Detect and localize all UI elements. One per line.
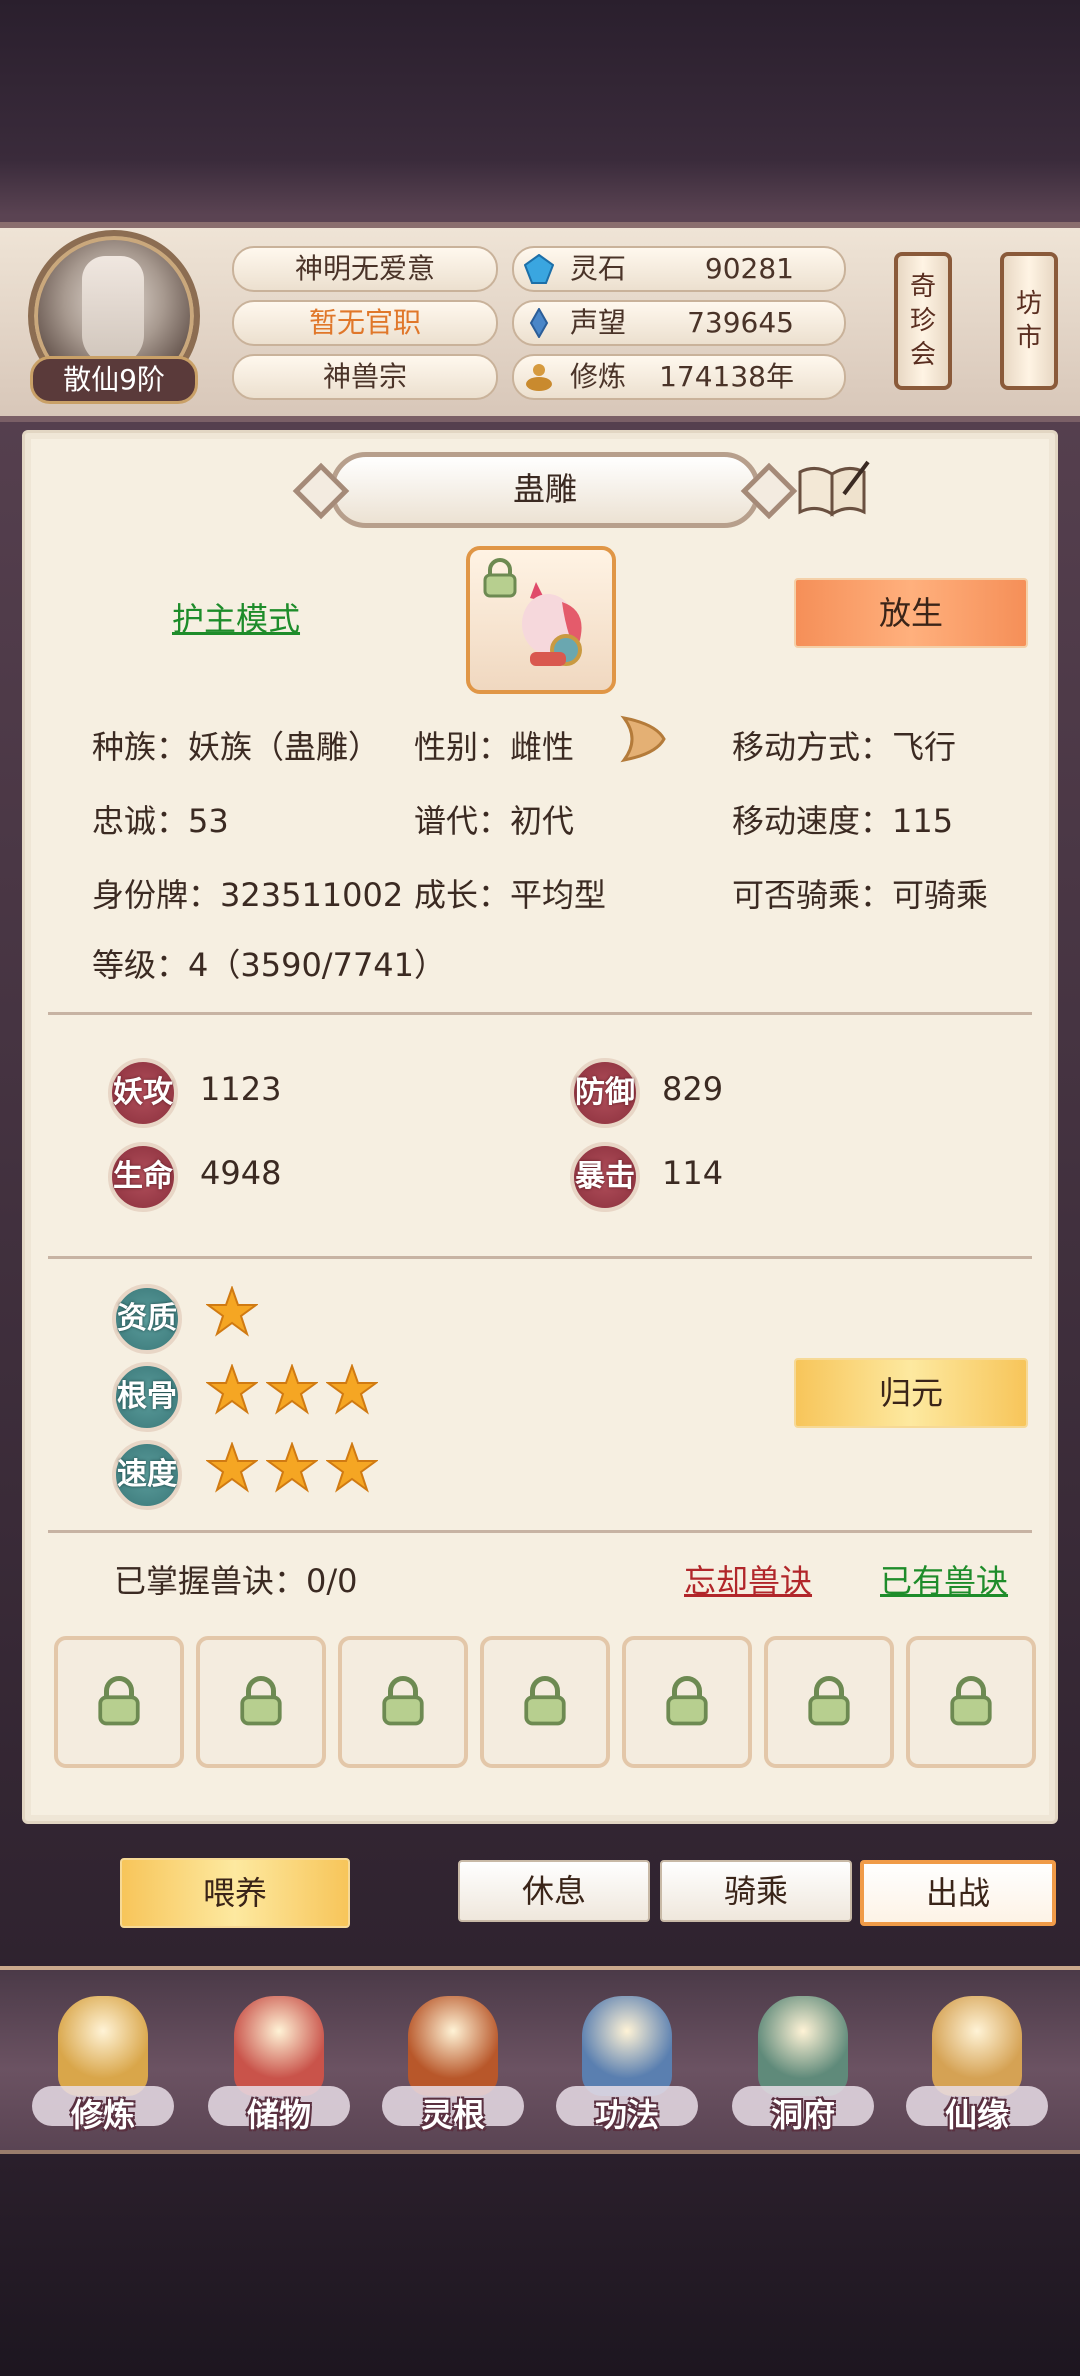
lock-icon bbox=[808, 1676, 850, 1726]
critical-value: 114 bbox=[662, 1154, 724, 1192]
skill-slot[interactable] bbox=[906, 1636, 1036, 1768]
nav-item-label: 储物 bbox=[246, 2096, 311, 2134]
reputation-stat: 声望 739645 bbox=[512, 300, 846, 346]
owned-skills-link[interactable]: 已有兽诀 bbox=[880, 1556, 1008, 1602]
aptitude-badge: 资质 bbox=[112, 1284, 182, 1354]
critical-badge: 暴击 bbox=[570, 1142, 640, 1212]
star-icon bbox=[326, 1442, 378, 1493]
rest-button[interactable]: 休息 bbox=[458, 1860, 650, 1922]
defense-badge: 防御 bbox=[570, 1058, 640, 1128]
pet-id-card: 身份牌：323511002 bbox=[92, 876, 404, 914]
skill-slot[interactable] bbox=[54, 1636, 184, 1768]
reputation-icon bbox=[529, 308, 549, 338]
forget-skill-link[interactable]: 忘却兽诀 bbox=[684, 1556, 812, 1602]
storage-bag-icon bbox=[234, 1996, 324, 2096]
star-icon bbox=[206, 1442, 258, 1493]
section-divider bbox=[48, 1530, 1032, 1533]
pet-move-type: 移动方式：飞行 bbox=[732, 728, 957, 766]
lock-icon bbox=[98, 1676, 140, 1726]
treasure-market-scroll[interactable]: 奇 珍 会 bbox=[894, 252, 952, 390]
player-name: 神明无爱意 bbox=[232, 246, 498, 292]
cultivation-monk-icon bbox=[58, 1996, 148, 2096]
section-divider bbox=[48, 1256, 1032, 1259]
pet-move-speed: 移动速度：115 bbox=[732, 802, 954, 840]
nav-item-2[interactable]: 灵根 bbox=[378, 1990, 528, 2140]
nav-item-5[interactable]: 仙缘 bbox=[902, 1990, 1052, 2140]
pet-portrait[interactable] bbox=[466, 546, 616, 694]
skill-slot[interactable] bbox=[338, 1636, 468, 1768]
nav-item-label: 功法 bbox=[594, 2096, 659, 2134]
nav-item-0[interactable]: 修炼 bbox=[28, 1990, 178, 2140]
speed-badge: 速度 bbox=[112, 1440, 182, 1510]
rename-book-icon[interactable] bbox=[796, 458, 870, 518]
section-divider bbox=[48, 1012, 1032, 1015]
skill-slot[interactable] bbox=[480, 1636, 610, 1768]
nav-item-label: 仙缘 bbox=[944, 2096, 1009, 2134]
player-rank-badge: 散仙9阶 bbox=[30, 356, 198, 404]
health-badge: 生命 bbox=[108, 1142, 178, 1212]
bone-badge: 根骨 bbox=[112, 1362, 182, 1432]
gender-arrow-icon[interactable] bbox=[616, 714, 670, 764]
lock-icon bbox=[240, 1676, 282, 1726]
technique-book-icon bbox=[582, 1996, 672, 2096]
skill-slot[interactable] bbox=[196, 1636, 326, 1768]
player-official-title[interactable]: 暂无官职 bbox=[232, 300, 498, 346]
pet-level: 等级：4（3590/7741） bbox=[92, 946, 447, 984]
guard-mode-link[interactable]: 护主模式 bbox=[172, 594, 300, 640]
health-value: 4948 bbox=[200, 1154, 282, 1192]
lock-icon bbox=[524, 1676, 566, 1726]
release-button[interactable]: 放生 bbox=[794, 578, 1028, 648]
skills-mastered: 已掌握兽诀：0/0 bbox=[114, 1562, 358, 1600]
pet-loyalty: 忠诚：53 bbox=[92, 802, 229, 840]
star-icon bbox=[266, 1364, 318, 1415]
pet-growth: 成长：平均型 bbox=[414, 876, 607, 914]
avatar-portrait bbox=[82, 256, 144, 366]
nav-item-label: 修炼 bbox=[70, 2096, 135, 2134]
star-icon bbox=[206, 1364, 258, 1415]
gourd-icon bbox=[932, 1996, 1022, 2096]
star-icon bbox=[326, 1364, 378, 1415]
star-icon bbox=[206, 1286, 258, 1337]
nav-item-4[interactable]: 洞府 bbox=[728, 1990, 878, 2140]
demon-attack-badge: 妖攻 bbox=[108, 1058, 178, 1128]
marketplace-scroll[interactable]: 坊 市 bbox=[1000, 252, 1058, 390]
pet-generation: 谱代：初代 bbox=[414, 802, 575, 840]
spirit-root-icon bbox=[408, 1996, 498, 2096]
cultivation-icon bbox=[526, 364, 552, 391]
star-icon bbox=[266, 1442, 318, 1493]
nav-item-1[interactable]: 储物 bbox=[204, 1990, 354, 2140]
nav-item-label: 灵根 bbox=[420, 2096, 485, 2134]
skill-slot[interactable] bbox=[764, 1636, 894, 1768]
deploy-button[interactable]: 出战 bbox=[860, 1860, 1056, 1926]
pet-name-title: 蛊雕 bbox=[330, 452, 760, 528]
demon-attack-value: 1123 bbox=[200, 1070, 282, 1108]
lock-icon bbox=[666, 1676, 708, 1726]
spirit-stone-icon bbox=[524, 254, 554, 284]
feed-button[interactable]: 喂养 bbox=[120, 1858, 350, 1928]
nav-item-3[interactable]: 功法 bbox=[552, 1990, 702, 2140]
spirit-stone-stat: 灵石 90281 bbox=[512, 246, 846, 292]
pet-race: 种族：妖族（蛊雕） bbox=[92, 728, 381, 766]
nav-item-label: 洞府 bbox=[770, 2096, 835, 2134]
lock-icon bbox=[950, 1676, 992, 1726]
ride-button[interactable]: 骑乘 bbox=[660, 1860, 852, 1922]
player-sect[interactable]: 神兽宗 bbox=[232, 354, 498, 400]
lock-icon bbox=[382, 1676, 424, 1726]
pet-rideable: 可否骑乘：可骑乘 bbox=[732, 876, 989, 914]
cave-palace-icon bbox=[758, 1996, 848, 2096]
pet-gender: 性别：雌性 bbox=[414, 728, 575, 766]
gu-diao-creature-icon bbox=[522, 582, 582, 666]
skill-slot[interactable] bbox=[622, 1636, 752, 1768]
reset-button[interactable]: 归元 bbox=[794, 1358, 1028, 1428]
cultivation-stat: 修炼 174138年 bbox=[512, 354, 846, 400]
defense-value: 829 bbox=[662, 1070, 724, 1108]
